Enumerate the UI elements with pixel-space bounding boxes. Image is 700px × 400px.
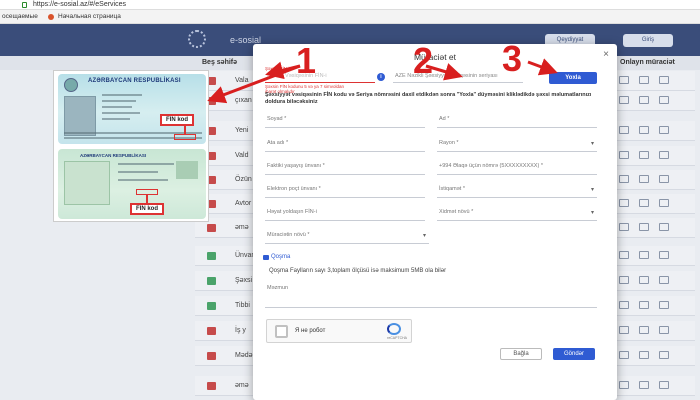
check-button[interactable]: Yoxla bbox=[549, 72, 597, 84]
service-label: Yeni bbox=[235, 127, 249, 134]
father-name-field[interactable]: Ata adı * bbox=[265, 138, 425, 152]
chevron-down-icon: ▾ bbox=[590, 187, 594, 193]
row-actions bbox=[609, 276, 687, 286]
application-type-select[interactable]: Müraciətin növü * ▾ bbox=[265, 230, 429, 244]
row-actions bbox=[609, 326, 687, 336]
info-icon[interactable]: i bbox=[377, 73, 385, 81]
fin-code-label-front: FIN kod bbox=[160, 114, 194, 126]
bookmarks-bar: осещаемые Начальная страница bbox=[0, 10, 700, 24]
application-modal: Müraciət et × Şəxsin FİN-i Şəxsin Vəsiqə… bbox=[253, 44, 617, 400]
service-label: Özün bbox=[235, 176, 252, 183]
row-actions bbox=[609, 381, 687, 391]
lock-icon bbox=[207, 327, 216, 335]
row-actions bbox=[609, 126, 687, 136]
send-button[interactable]: Göndər bbox=[553, 348, 595, 360]
close-icon[interactable]: × bbox=[603, 49, 609, 60]
id-card-back-title: AZƏRBAYCAN RESPUBLİKASI bbox=[80, 153, 147, 158]
chip-icon bbox=[176, 161, 198, 179]
row-actions bbox=[609, 251, 687, 261]
service-label: Mədə bbox=[235, 352, 253, 359]
annotation-number-3: 3 bbox=[502, 38, 523, 79]
service-label: Şəxsi bbox=[235, 277, 253, 284]
login-button[interactable]: Giriş bbox=[623, 34, 673, 47]
chevron-down-icon: ▾ bbox=[422, 233, 426, 239]
site-logo-icon bbox=[188, 30, 206, 48]
attachment-link[interactable]: Qoşma bbox=[271, 254, 290, 260]
lock-icon bbox=[207, 352, 216, 360]
home-page-icon bbox=[48, 14, 54, 20]
id-card-back: AZƏRBAYCAN RESPUBLİKASI FIN kod bbox=[58, 149, 206, 219]
url-text[interactable]: https://e-sosial.az/#/eServices bbox=[33, 1, 126, 8]
fin-input[interactable]: Şəxsin Vəsiqəsinin FİN-i bbox=[265, 71, 375, 83]
bookmark-item-start-page[interactable]: Начальная страница bbox=[58, 13, 121, 20]
service-label: Avtor bbox=[235, 200, 252, 207]
unlock-icon bbox=[207, 252, 216, 260]
service-label: çıxan bbox=[235, 97, 252, 104]
district-select[interactable]: Rayon * ▾ bbox=[437, 138, 597, 152]
lock-icon bbox=[22, 2, 27, 8]
chevron-down-icon: ▾ bbox=[590, 210, 594, 216]
service-label: Tibbi bbox=[235, 302, 250, 309]
service-type-select[interactable]: Xidmət növü * ▾ bbox=[437, 207, 597, 221]
row-actions bbox=[609, 175, 687, 185]
attachment-icon bbox=[263, 255, 269, 260]
service-label: Vala bbox=[235, 77, 249, 84]
bookmark-item-visited[interactable]: осещаемые bbox=[2, 13, 38, 20]
id-card-front-title: AZƏRBAYCAN RESPUBLİKASI bbox=[88, 78, 181, 84]
address-bar[interactable]: https://e-sosial.az/#/eServices bbox=[0, 0, 700, 10]
online-application-label: Onlayn müraciət bbox=[620, 59, 675, 66]
service-label: İş y bbox=[235, 327, 246, 334]
service-label: əmə bbox=[235, 224, 249, 231]
id-card-front: AZƏRBAYCAN RESPUBLİKASI FIN kod bbox=[58, 74, 206, 144]
lock-icon bbox=[207, 224, 216, 232]
id-photo-back bbox=[64, 161, 110, 205]
row-actions bbox=[609, 76, 687, 86]
row-actions bbox=[609, 96, 687, 106]
content-textarea[interactable]: Məzmun bbox=[265, 284, 597, 308]
annotation-number-1: 1 bbox=[296, 40, 317, 81]
phone-field[interactable]: +994 Əlaqə üçün nömrə (5XXXXXXXXX) * bbox=[437, 161, 597, 175]
fin-code-label-back: FIN kod bbox=[130, 203, 164, 215]
row-actions bbox=[609, 151, 687, 161]
emblem-icon bbox=[64, 78, 78, 92]
fin-highlight-front bbox=[174, 134, 196, 140]
series-placeholder: AZE Nəzikli Şəxsiyyət vəsiqəsinin seriya… bbox=[395, 73, 498, 79]
lock-icon bbox=[207, 382, 216, 390]
service-label: əmə bbox=[235, 382, 249, 389]
name-field[interactable]: Ad * bbox=[437, 114, 597, 128]
surname-field[interactable]: Soyad * bbox=[265, 114, 425, 128]
notice-text: Şəxsiyyət vəsiqəsinin FİN kodu və Seriya… bbox=[265, 92, 592, 105]
recaptcha-icon bbox=[387, 323, 401, 335]
chevron-down-icon: ▾ bbox=[590, 141, 594, 147]
close-button[interactable]: Bağla bbox=[500, 348, 542, 360]
recaptcha-brand: reCAPTCHA bbox=[387, 336, 407, 340]
captcha-checkbox[interactable] bbox=[275, 325, 288, 338]
id-photo bbox=[64, 96, 96, 136]
row-actions bbox=[609, 351, 687, 361]
id-card-images: AZƏRBAYCAN RESPUBLİKASI FIN kod AZƏRBAYC… bbox=[53, 70, 209, 222]
email-field[interactable]: Elektron poçt ünvanı * bbox=[265, 184, 425, 198]
spouse-fin-field[interactable]: Həyat yoldaşın FİN-i bbox=[265, 207, 425, 221]
recaptcha-widget: Я не робот reCAPTCHA bbox=[266, 319, 412, 343]
subnav-home[interactable]: Beş səhifə bbox=[202, 59, 237, 66]
annotation-number-2: 2 bbox=[413, 40, 434, 81]
row-actions bbox=[609, 199, 687, 209]
unlock-icon bbox=[207, 277, 216, 285]
service-label: Vald bbox=[235, 152, 249, 159]
direction-select[interactable]: İstiqamət * ▾ bbox=[437, 184, 597, 198]
captcha-label: Я не робот bbox=[295, 328, 326, 334]
unlock-icon bbox=[207, 302, 216, 310]
row-actions bbox=[609, 301, 687, 311]
row-actions bbox=[609, 223, 687, 233]
address-field[interactable]: Faktiki yaşayış ünvanı * bbox=[265, 161, 425, 175]
attachment-note: Qoşma Faylların sayı 3,toplam ölçüsü isə… bbox=[269, 268, 447, 274]
